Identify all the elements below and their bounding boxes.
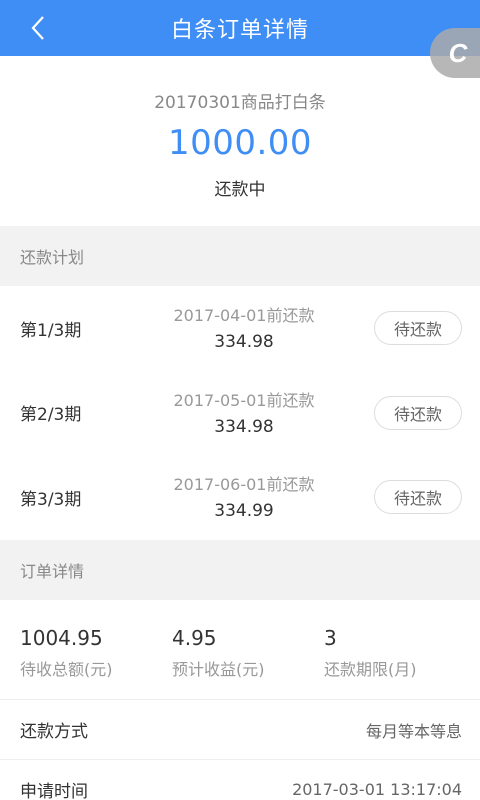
floating-assistant-button[interactable]: C — [430, 28, 480, 78]
repay-method-row: 还款方式 每月等本等息 — [0, 700, 480, 760]
pending-repay-button[interactable]: 待还款 — [374, 395, 462, 430]
row-value: 每月等本等息 — [365, 721, 462, 741]
plan-period: 第3/3期 — [20, 489, 82, 510]
plan-due-date: 2017-05-01前还款 — [173, 390, 315, 410]
stat-value: 1004.95 — [20, 626, 103, 650]
plan-due: 2017-04-01前还款 334.98 — [164, 302, 324, 352]
floating-button-label: C — [448, 37, 468, 68]
stat-label: 还款期限(月) — [324, 660, 417, 679]
chevron-left-icon — [31, 16, 44, 40]
stat-value: 3 — [324, 626, 337, 650]
row-key: 还款方式 — [20, 722, 88, 742]
stat-repay-term: 3 还款期限(月) — [324, 626, 476, 699]
plan-due-date: 2017-04-01前还款 — [173, 306, 315, 325]
details-section-label: 订单详情 — [20, 562, 85, 581]
plan-due: 2017-06-01前还款 334.99 — [164, 471, 324, 521]
repayment-plan-list: 第1/3期 2017-04-01前还款 334.98 待还款 第2/3期 201… — [0, 286, 480, 540]
stat-label: 待收总额(元) — [20, 660, 113, 679]
order-name: 20170301商品打白条 — [154, 93, 326, 113]
plan-row: 第3/3期 2017-06-01前还款 334.99 待还款 — [0, 455, 480, 540]
plan-period: 第2/3期 — [20, 405, 82, 426]
order-stats: 1004.95 待收总额(元) 4.95 预计收益(元) 3 还款期限(月) — [0, 600, 480, 700]
page-title: 白条订单详情 — [170, 18, 309, 43]
stat-expected-earnings: 4.95 预计收益(元) — [172, 626, 324, 699]
pending-repay-button[interactable]: 待还款 — [374, 480, 462, 515]
plan-section-label: 还款计划 — [20, 248, 85, 267]
plan-amount: 334.99 — [214, 501, 274, 522]
apply-time-row: 申请时间 2017-03-01 13:17:04 — [0, 760, 480, 800]
plan-amount: 334.98 — [214, 416, 274, 437]
order-amount: 1000.00 — [167, 123, 313, 163]
plan-row: 第1/3期 2017-04-01前还款 334.98 待还款 — [0, 286, 480, 371]
stat-total-receivable: 1004.95 待收总额(元) — [20, 626, 172, 699]
back-button[interactable] — [22, 12, 54, 44]
stat-value: 4.95 — [172, 626, 217, 650]
plan-row: 第2/3期 2017-05-01前还款 334.98 待还款 — [0, 371, 480, 456]
plan-amount: 334.98 — [214, 332, 274, 352]
pending-repay-button[interactable]: 待还款 — [374, 311, 462, 346]
plan-due-date: 2017-06-01前还款 — [173, 475, 315, 495]
stat-label: 预计收益(元) — [172, 660, 265, 679]
row-key: 申请时间 — [20, 782, 88, 800]
order-details: 1004.95 待收总额(元) 4.95 预计收益(元) 3 还款期限(月) 还… — [0, 600, 480, 800]
order-summary: 20170301商品打白条 1000.00 还款中 — [0, 56, 480, 226]
plan-due: 2017-05-01前还款 334.98 — [164, 387, 324, 437]
row-value: 2017-03-01 13:17:04 — [292, 780, 462, 799]
app-header: 白条订单详情 — [0, 0, 480, 56]
order-status: 还款中 — [214, 180, 266, 200]
plan-period: 第1/3期 — [20, 320, 82, 341]
